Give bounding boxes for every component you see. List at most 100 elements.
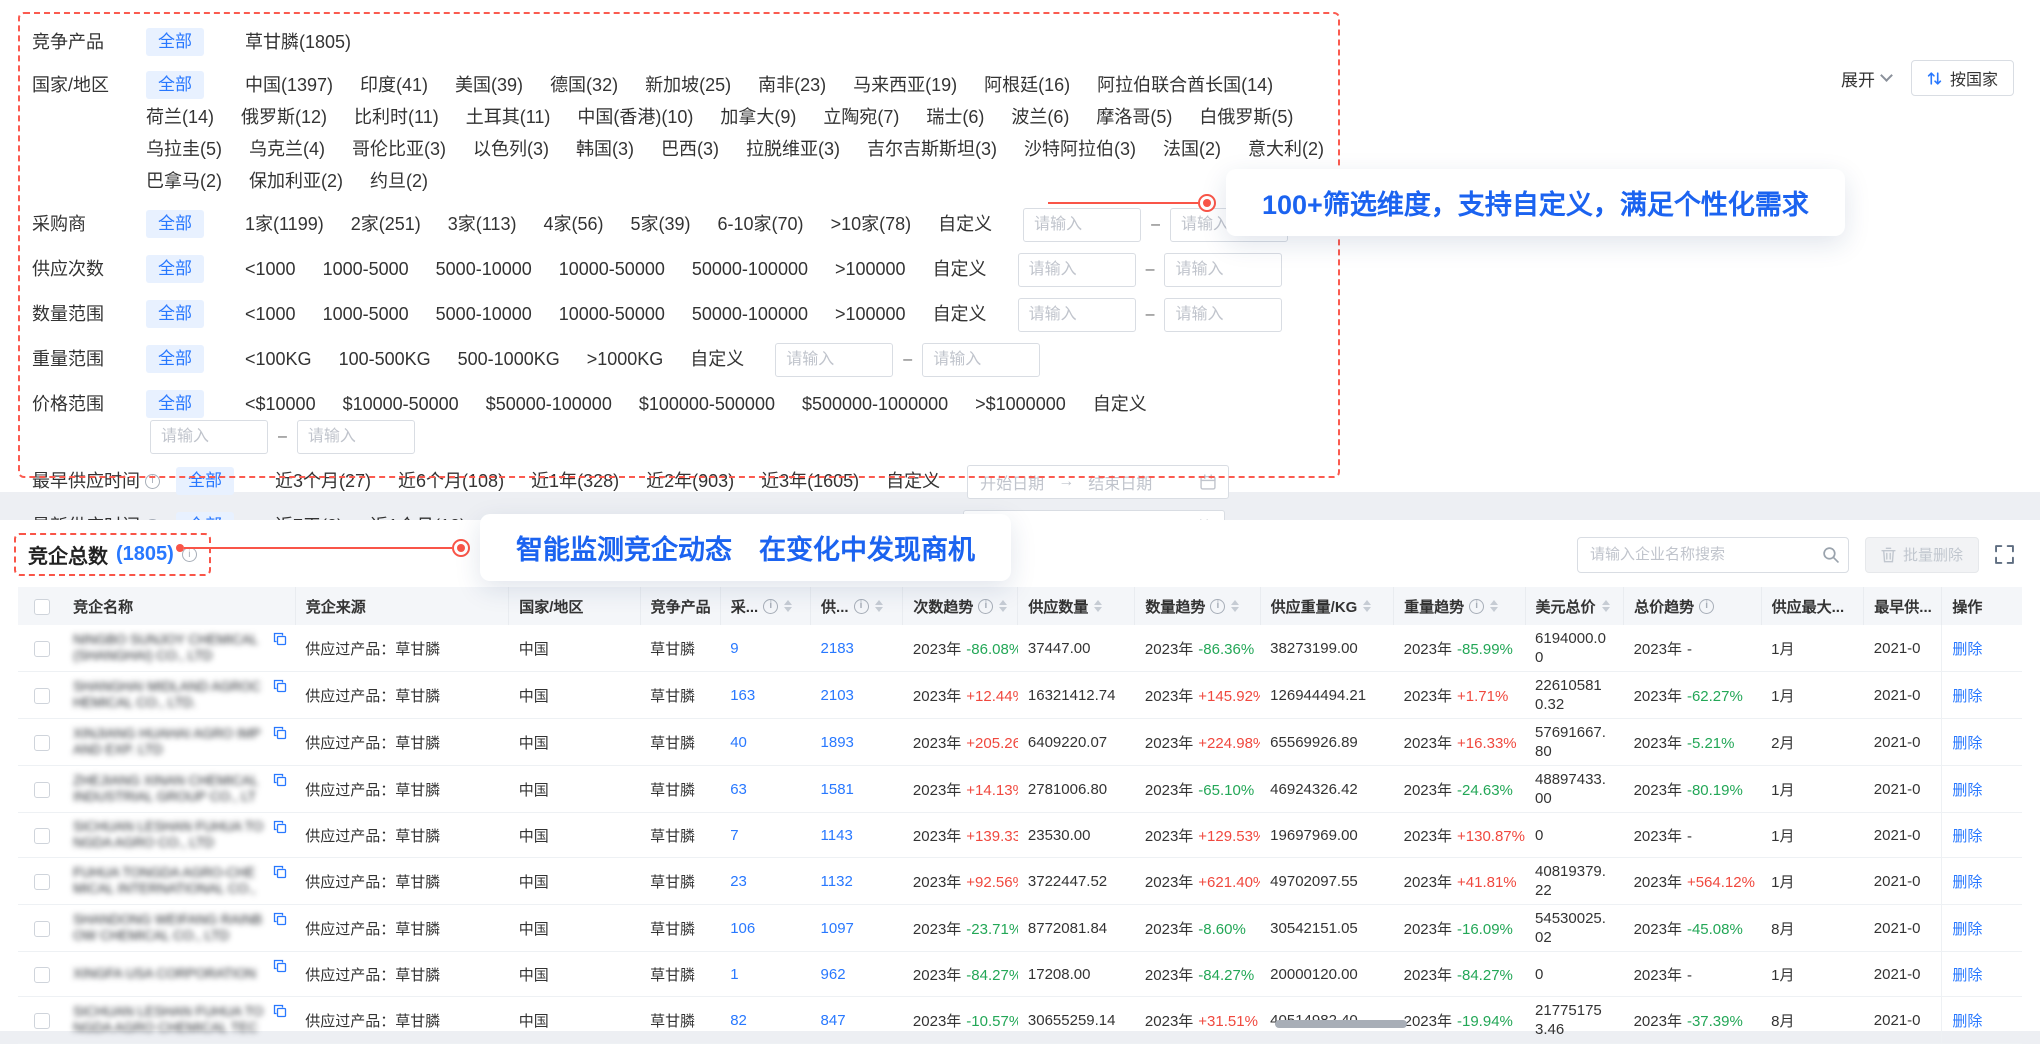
filter-option[interactable]: 拉脱维亚(3) — [746, 133, 840, 165]
supply-count-link[interactable]: 1097 — [821, 920, 854, 937]
buyers-count-link[interactable]: 163 — [730, 687, 755, 704]
filter-option[interactable]: 50000-100000 — [692, 298, 808, 330]
filter-option[interactable]: <1000 — [245, 298, 296, 330]
delete-link[interactable]: 删除 — [1952, 828, 1982, 845]
filter-option[interactable]: 约旦(2) — [370, 165, 428, 197]
search-icon[interactable] — [1822, 546, 1839, 563]
filter-option-all[interactable]: 全部 — [146, 71, 204, 99]
row-checkbox[interactable] — [34, 1013, 50, 1029]
filter-option[interactable]: 近3年(1605) — [761, 465, 859, 497]
sort-icon[interactable] — [999, 600, 1007, 612]
sort-icon[interactable] — [1231, 600, 1239, 612]
filter-option[interactable]: 500-1000KG — [458, 343, 560, 375]
filter-option[interactable]: 5000-10000 — [436, 253, 532, 285]
filter-option[interactable]: 保加利亚(2) — [249, 165, 343, 197]
filter-option[interactable]: 1家(1199) — [245, 208, 324, 240]
range-min-input[interactable] — [1018, 253, 1136, 287]
supply-count-link[interactable]: 2103 — [821, 687, 854, 704]
filter-option-all[interactable]: 全部 — [146, 345, 204, 373]
filter-option[interactable]: 1000-5000 — [323, 253, 409, 285]
filter-option[interactable]: 美国(39) — [455, 69, 523, 101]
copy-icon[interactable] — [273, 912, 287, 926]
copy-icon[interactable] — [273, 959, 287, 973]
delete-link[interactable]: 删除 — [1952, 967, 1982, 984]
copy-icon[interactable] — [273, 726, 287, 740]
buyers-count-link[interactable]: 82 — [730, 1012, 747, 1029]
range-min-input[interactable] — [150, 420, 268, 454]
bulk-delete-button[interactable]: 批量删除 — [1865, 537, 1979, 573]
row-checkbox[interactable] — [34, 874, 50, 890]
filter-option[interactable]: 5家(39) — [630, 208, 690, 240]
filter-option[interactable]: 50000-100000 — [692, 253, 808, 285]
supply-count-link[interactable]: 962 — [821, 966, 846, 983]
copy-icon[interactable] — [273, 865, 287, 879]
delete-link[interactable]: 删除 — [1952, 921, 1982, 938]
supply-count-link[interactable]: 2183 — [821, 640, 854, 657]
filter-option[interactable]: 巴拿马(2) — [146, 165, 222, 197]
filter-option[interactable]: 韩国(3) — [576, 133, 634, 165]
filter-option[interactable]: 比利时(11) — [354, 101, 439, 133]
filter-option[interactable]: 近3个月(27) — [275, 465, 371, 497]
delete-link[interactable]: 删除 — [1952, 874, 1982, 891]
sort-icon[interactable] — [875, 600, 883, 612]
filter-option-all[interactable]: 全部 — [146, 390, 204, 418]
by-country-button[interactable]: 按国家 — [1911, 60, 2014, 96]
filter-option[interactable]: $10000-50000 — [343, 388, 459, 420]
filter-option-all[interactable]: 全部 — [146, 255, 204, 283]
delete-link[interactable]: 删除 — [1952, 641, 1982, 658]
filter-option[interactable]: 自定义 — [690, 343, 744, 375]
supply-count-link[interactable]: 1132 — [821, 873, 853, 890]
copy-icon[interactable] — [273, 1004, 287, 1018]
delete-link[interactable]: 删除 — [1952, 782, 1982, 799]
buyers-count-link[interactable]: 9 — [730, 640, 738, 657]
delete-link[interactable]: 删除 — [1952, 735, 1982, 752]
sort-icon[interactable] — [1094, 600, 1102, 612]
filter-option[interactable]: 近2年(903) — [646, 465, 734, 497]
filter-option[interactable]: 乌克兰(4) — [249, 133, 325, 165]
filter-option[interactable]: >1000KG — [587, 343, 664, 375]
filter-option[interactable]: 土耳其(11) — [466, 101, 551, 133]
company-search-input[interactable] — [1577, 537, 1849, 573]
select-all-checkbox[interactable] — [34, 599, 50, 615]
filter-option[interactable]: <100KG — [245, 343, 312, 375]
filter-option[interactable]: 法国(2) — [1163, 133, 1221, 165]
filter-option[interactable]: 草甘膦(1805) — [245, 26, 351, 58]
filter-option[interactable]: 白俄罗斯(5) — [1199, 101, 1293, 133]
filter-option[interactable]: 新加坡(25) — [645, 69, 731, 101]
filter-option[interactable]: $50000-100000 — [486, 388, 612, 420]
filter-option[interactable]: 南非(23) — [758, 69, 826, 101]
filter-option[interactable]: 100-500KG — [339, 343, 431, 375]
filter-option[interactable]: 马来西亚(19) — [853, 69, 957, 101]
filter-option[interactable]: 阿拉伯联合酋长国(14) — [1097, 69, 1273, 101]
copy-icon[interactable] — [273, 820, 287, 834]
sort-icon[interactable] — [1490, 600, 1498, 612]
filter-option[interactable]: 印度(41) — [360, 69, 428, 101]
supply-count-link[interactable]: 1893 — [821, 734, 854, 751]
buyers-count-link[interactable]: 106 — [730, 920, 755, 937]
filter-option[interactable]: 阿根廷(16) — [984, 69, 1070, 101]
sort-icon[interactable] — [784, 600, 792, 612]
filter-option[interactable]: $500000-1000000 — [802, 388, 948, 420]
range-max-input[interactable] — [297, 420, 415, 454]
filter-option-all[interactable]: 全部 — [146, 28, 204, 56]
filter-option[interactable]: 德国(32) — [550, 69, 618, 101]
sort-icon[interactable] — [1363, 600, 1371, 612]
row-checkbox[interactable] — [34, 828, 50, 844]
copy-icon[interactable] — [273, 679, 287, 693]
row-checkbox[interactable] — [34, 921, 50, 937]
range-max-input[interactable] — [1164, 253, 1282, 287]
filter-option[interactable]: 3家(113) — [448, 208, 517, 240]
filter-option[interactable]: <$10000 — [245, 388, 316, 420]
filter-option[interactable]: <1000 — [245, 253, 296, 285]
filter-option-all[interactable]: 全部 — [146, 210, 204, 238]
filter-option[interactable]: 吉尔吉斯斯坦(3) — [867, 133, 997, 165]
copy-icon[interactable] — [273, 773, 287, 787]
buyers-count-link[interactable]: 23 — [730, 873, 747, 890]
filter-option[interactable]: 2家(251) — [351, 208, 421, 240]
supply-count-link[interactable]: 1581 — [821, 781, 854, 798]
filter-option[interactable]: 哥伦比亚(3) — [352, 133, 446, 165]
filter-option[interactable]: 巴西(3) — [661, 133, 719, 165]
buyers-count-link[interactable]: 7 — [730, 827, 738, 844]
filter-option[interactable]: >100000 — [835, 298, 906, 330]
filter-option[interactable]: >100000 — [835, 253, 906, 285]
